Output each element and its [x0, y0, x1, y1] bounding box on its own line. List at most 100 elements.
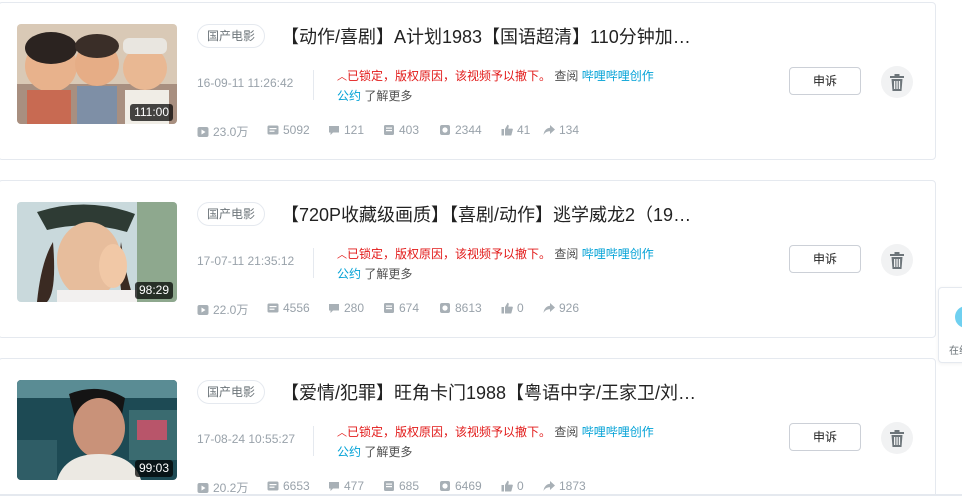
delete-button[interactable]	[881, 244, 913, 276]
trash-icon	[890, 429, 904, 447]
appeal-button[interactable]: 申诉	[789, 67, 861, 95]
delete-button[interactable]	[881, 66, 913, 98]
share-count: 134	[559, 123, 580, 137]
video-title[interactable]: 【720P收藏级画质】【喜剧/动作】逃学威龙2（19…	[281, 202, 701, 228]
share-icon	[543, 303, 555, 313]
danmaku-count: 5092	[283, 123, 310, 137]
category-tag[interactable]: 国产电影	[197, 24, 266, 48]
favorite-count: 674	[399, 301, 420, 315]
online-label: 在线	[949, 346, 962, 357]
favorite-icon	[384, 125, 394, 135]
like-count: 41	[517, 123, 531, 137]
danmaku-icon	[267, 125, 279, 135]
convention-link[interactable]: 公约	[337, 267, 361, 281]
online-widget[interactable]: 在线	[938, 287, 962, 363]
chevron-up-icon: ︿	[337, 250, 347, 261]
like-icon	[501, 302, 513, 314]
like-icon	[501, 480, 513, 492]
coin-count: 8613	[455, 301, 482, 315]
video-thumbnail[interactable]: 99:03	[17, 380, 177, 480]
chevron-up-icon: ︿	[337, 72, 347, 83]
views-count: 22.0万	[213, 303, 249, 317]
category-tag[interactable]: 国产电影	[197, 380, 266, 404]
like-count: 0	[517, 479, 524, 493]
check-prefix: 查阅	[554, 425, 579, 439]
favorite-icon	[384, 481, 394, 491]
coin-icon	[440, 303, 450, 313]
divider	[313, 426, 314, 456]
video-duration: 98:29	[134, 282, 173, 299]
convention-link[interactable]: 公约	[337, 445, 361, 459]
views-count: 23.0万	[213, 125, 249, 139]
play-icon	[197, 482, 209, 493]
stat-shares: 134	[543, 123, 579, 137]
stat-danmaku: 5092	[267, 123, 310, 137]
video-duration: 111:00	[130, 104, 173, 121]
stat-likes: 0	[501, 301, 524, 315]
lock-warning-text: 已锁定，版权原因，该视频予以撤下。	[347, 425, 552, 439]
lock-notice: ︿已锁定，版权原因，该视频予以撤下。 查阅 哔哩哔哩创作 公约 了解更多	[337, 245, 687, 283]
trash-icon	[890, 73, 904, 91]
chevron-up-icon: ︿	[337, 428, 347, 439]
video-card: 98:29 国产电影 【720P收藏级画质】【喜剧/动作】逃学威龙2（19… 1…	[0, 180, 936, 338]
danmaku-icon	[267, 481, 279, 491]
favorite-count: 403	[399, 123, 420, 137]
video-duration: 99:03	[134, 460, 173, 477]
video-card: 111:00 国产电影 【动作/喜剧】A计划1983【国语超清】110分钟加… …	[0, 2, 936, 160]
stat-comments: 121	[328, 123, 364, 137]
danmaku-icon	[267, 303, 279, 313]
upload-timestamp: 17-07-11 21:35:12	[197, 254, 295, 268]
creation-convention-link[interactable]: 哔哩哔哩创作	[582, 425, 654, 439]
comment-icon	[329, 304, 339, 313]
divider	[313, 248, 314, 278]
check-prefix: 查阅	[554, 69, 579, 83]
appeal-button[interactable]: 申诉	[789, 245, 861, 273]
stat-shares: 1873	[543, 479, 586, 493]
delete-button[interactable]	[881, 422, 913, 454]
lock-notice: ︿已锁定，版权原因，该视频予以撤下。 查阅 哔哩哔哩创作 公约 了解更多	[337, 423, 687, 461]
stat-views: 22.0万	[197, 301, 248, 318]
share-icon	[543, 481, 555, 491]
play-icon	[197, 304, 209, 315]
favorite-icon	[384, 303, 394, 313]
coin-icon	[440, 125, 450, 135]
video-thumbnail[interactable]: 98:29	[17, 202, 177, 302]
stat-shares: 926	[543, 301, 579, 315]
video-thumbnail[interactable]: 111:00	[17, 24, 177, 124]
appeal-button[interactable]: 申诉	[789, 423, 861, 451]
share-count: 1873	[559, 479, 586, 493]
coin-icon	[440, 481, 450, 491]
share-icon	[543, 125, 555, 135]
stat-coins: 2344	[439, 123, 482, 137]
coin-count: 2344	[455, 123, 482, 137]
comment-count: 477	[344, 479, 365, 493]
learn-more-text: 了解更多	[364, 89, 413, 103]
creation-convention-link[interactable]: 哔哩哔哩创作	[582, 247, 654, 261]
divider	[313, 70, 314, 100]
category-tag[interactable]: 国产电影	[197, 202, 266, 226]
stat-comments: 280	[328, 301, 364, 315]
like-count: 0	[517, 301, 524, 315]
video-title[interactable]: 【爱情/犯罪】旺角卡门1988【粤语中字/王家卫/刘…	[281, 380, 701, 406]
stat-likes: 0	[501, 479, 524, 493]
upload-timestamp: 17-08-24 10:55:27	[197, 432, 296, 446]
upload-timestamp: 16-09-11 11:26:42	[197, 76, 294, 90]
stat-views: 23.0万	[197, 123, 248, 140]
lock-warning-text: 已锁定，版权原因，该视频予以撤下。	[347, 69, 552, 83]
share-count: 926	[559, 301, 580, 315]
stat-comments: 477	[328, 479, 364, 493]
comment-icon	[329, 126, 339, 135]
learn-more-text: 了解更多	[364, 445, 413, 459]
coin-count: 6469	[455, 479, 482, 493]
creation-convention-link[interactable]: 哔哩哔哩创作	[582, 69, 654, 83]
stat-favorites: 685	[383, 479, 419, 493]
stat-favorites: 674	[383, 301, 419, 315]
comment-icon	[329, 482, 339, 491]
play-icon	[197, 126, 209, 137]
online-dot-icon	[955, 306, 962, 328]
convention-link[interactable]: 公约	[337, 89, 361, 103]
comment-count: 121	[344, 123, 365, 137]
lock-warning-text: 已锁定，版权原因，该视频予以撤下。	[347, 247, 552, 261]
video-title[interactable]: 【动作/喜剧】A计划1983【国语超清】110分钟加…	[281, 24, 701, 50]
trash-icon	[890, 251, 904, 269]
